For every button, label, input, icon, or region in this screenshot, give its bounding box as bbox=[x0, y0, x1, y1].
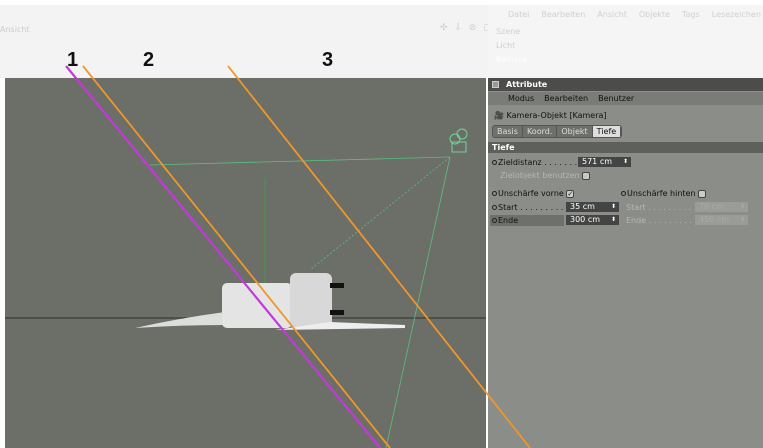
menu-ansicht[interactable]: Ansicht bbox=[597, 10, 627, 19]
back-blur-checkbox[interactable] bbox=[698, 189, 707, 198]
front-start-input[interactable]: 35 cm ⬍ bbox=[566, 202, 619, 212]
zielobjekt-label: Zielobjekt benutzen bbox=[500, 171, 580, 180]
animate-radio[interactable] bbox=[492, 205, 497, 210]
panel-toggle-icon[interactable] bbox=[492, 81, 499, 88]
object-item-licht[interactable]: Licht bbox=[496, 41, 515, 50]
tab-koord[interactable]: Koord. bbox=[522, 126, 558, 137]
tab-basis[interactable]: Basis bbox=[493, 126, 523, 137]
tab-objekt[interactable]: Objekt bbox=[557, 126, 593, 137]
section-header: Tiefe bbox=[488, 142, 763, 153]
zielobjekt-checkbox[interactable]: ✓ bbox=[582, 171, 591, 180]
zieldistanz-input[interactable]: 571 cm ⬍ bbox=[578, 157, 631, 167]
menu-objekte[interactable]: Objekte bbox=[639, 10, 670, 19]
viewport-title: Ansicht bbox=[0, 25, 30, 34]
camera-icon: 🎥 bbox=[494, 111, 507, 120]
object-item-szene[interactable]: Szene bbox=[496, 27, 520, 36]
zieldistanz-label: Zieldistanz . . . . . . . . bbox=[498, 158, 583, 167]
object-item-kamera[interactable]: Kamera bbox=[496, 55, 527, 64]
menu-bearbeiten[interactable]: Bearbeiten bbox=[541, 10, 585, 19]
menu-datei[interactable]: Datei bbox=[508, 10, 529, 19]
back-blur-label: Unschärfe hinten bbox=[627, 189, 696, 198]
annotation-label-1: 1 bbox=[67, 49, 79, 71]
attribute-manager: Attribute Modus Bearbeiten Benutzer 🎥 Ka… bbox=[488, 78, 763, 448]
menu-modus[interactable]: Modus bbox=[508, 92, 534, 105]
annotation-label-2: 2 bbox=[143, 49, 155, 71]
annotation-label-3: 3 bbox=[322, 49, 334, 71]
back-end-label: Ende . . . . . . . . . . bbox=[626, 216, 697, 225]
animate-radio[interactable] bbox=[621, 191, 626, 196]
front-blur-label: Unschärfe vorne bbox=[498, 189, 564, 198]
3d-viewport[interactable] bbox=[5, 78, 486, 448]
tab-tiefe[interactable]: Tiefe bbox=[592, 126, 622, 137]
front-blur-checkbox[interactable]: ✓ bbox=[566, 189, 575, 198]
menu-bearbeiten[interactable]: Bearbeiten bbox=[544, 92, 588, 105]
animate-radio[interactable] bbox=[492, 160, 497, 165]
viewport-nav-icons[interactable]: ✣ ⇩ ⊘ ▢ bbox=[440, 23, 494, 33]
front-start-label: Start . . . . . . . . . . bbox=[498, 203, 569, 212]
menu-tags[interactable]: Tags bbox=[682, 10, 700, 19]
attribute-title: Attribute bbox=[506, 80, 548, 89]
back-end-input[interactable]: 450 cm ⬍ bbox=[695, 215, 748, 225]
back-start-label: Start . . . . . . . . . . bbox=[626, 203, 697, 212]
menu-lesezeichen[interactable]: Lesezeichen bbox=[712, 10, 761, 19]
animate-radio[interactable] bbox=[492, 191, 497, 196]
animate-radio[interactable] bbox=[492, 218, 497, 223]
object-manager: Datei Bearbeiten Ansicht Objekte Tags Le… bbox=[488, 5, 763, 78]
front-end-label: Ende bbox=[498, 216, 519, 225]
object-title: Kamera-Objekt [Kamera] bbox=[506, 111, 607, 120]
menu-benutzer[interactable]: Benutzer bbox=[598, 92, 634, 105]
attribute-header: Attribute bbox=[488, 78, 763, 91]
front-end-input[interactable]: 300 cm ⬍ bbox=[566, 215, 619, 225]
back-start-input[interactable]: 70 cm ⬍ bbox=[695, 202, 748, 212]
